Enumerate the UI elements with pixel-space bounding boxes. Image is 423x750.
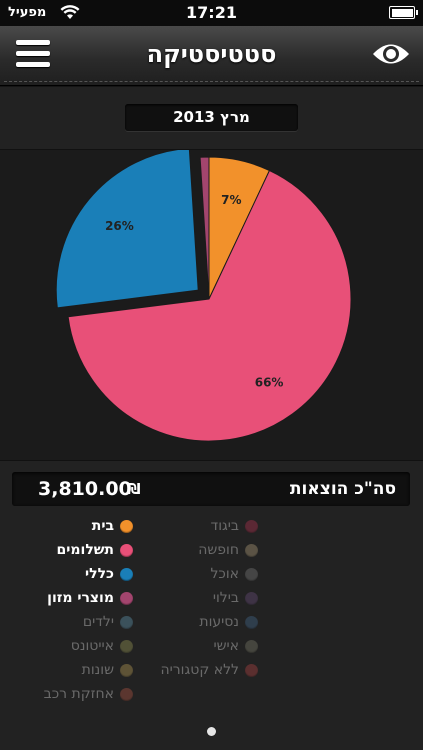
legend-label: מוצרי מזון	[47, 590, 114, 606]
legend-item[interactable]: אישי	[118, 635, 258, 657]
legend-item[interactable]: בית	[0, 515, 133, 537]
legend-item[interactable]: אייטונס	[0, 635, 133, 657]
pie-chart: 7% 66% 26%	[55, 150, 352, 442]
legend-item[interactable]: שונות	[0, 659, 133, 681]
battery-icon	[389, 6, 418, 19]
legend-item[interactable]: תשלומים	[0, 539, 133, 561]
pie-slice-label: 26%	[105, 219, 134, 233]
legend-label: חופשה	[198, 542, 239, 558]
legend-item[interactable]: אחזקת רכב	[0, 683, 133, 705]
legend-dot	[245, 519, 258, 533]
legend-dot	[245, 639, 258, 653]
legend-dot	[120, 687, 133, 701]
legend-dot	[245, 567, 258, 581]
legend-item[interactable]: ילדים	[0, 611, 133, 633]
legend-label: בילוי	[212, 590, 239, 606]
eye-icon[interactable]	[371, 41, 411, 67]
legend-item[interactable]: אוכל	[118, 563, 258, 585]
legend-label: נסיעות	[199, 614, 239, 630]
legend-label: ביגוד	[210, 518, 239, 534]
legend-label: ללא קטגוריה	[160, 662, 240, 678]
legend-item[interactable]: ביגוד	[118, 515, 258, 537]
legend-item[interactable]: חופשה	[118, 539, 258, 561]
pie-slice[interactable]	[199, 156, 210, 300]
page-indicator	[207, 727, 216, 736]
pie-slice-label: 66%	[255, 376, 284, 390]
legend-item[interactable]: בילוי	[118, 587, 258, 609]
legend-label: ילדים	[82, 614, 114, 630]
legend-item[interactable]: כללי	[0, 563, 133, 585]
legend-dot	[245, 663, 258, 677]
page-title: סטטיסטיקה	[146, 40, 277, 68]
legend-label: שונות	[81, 662, 114, 678]
legend-item[interactable]: מוצרי מזון	[0, 587, 133, 609]
legend-dot	[245, 615, 258, 629]
content: מרץ 2013 7% 66% 26% סה"כ הוצאות ₪ 3,810.00…	[0, 87, 423, 750]
category-legend: בית תשלומים כללי מוצרי מזון ילדים אייטונס שונו…	[0, 515, 423, 702]
legend-label: תשלומים	[56, 542, 114, 558]
legend-dot	[245, 591, 258, 605]
legend-label: אחזקת רכב	[43, 686, 114, 702]
legend-label: אייטונס	[70, 638, 114, 654]
legend-dot	[245, 543, 258, 557]
total-expenses-bar: סה"כ הוצאות ₪ 3,810.00	[12, 472, 410, 506]
status-bar: מפעיל 17:21	[0, 0, 423, 26]
month-selector[interactable]: מרץ 2013	[125, 104, 298, 131]
status-time: 17:21	[186, 3, 237, 22]
pie-slice-label: 7%	[221, 193, 241, 207]
chart-area: 7% 66% 26%	[0, 149, 423, 461]
legend-label: בית	[91, 518, 114, 534]
legend-item[interactable]: ללא קטגוריה	[118, 659, 258, 681]
legend-item[interactable]: נסיעות	[118, 611, 258, 633]
legend-label: כללי	[85, 566, 114, 582]
nav-bar: סטטיסטיקה	[0, 26, 423, 86]
legend-label: אוכל	[210, 566, 239, 582]
total-label: סה"כ הוצאות	[289, 479, 396, 499]
total-value: 3,810.00	[38, 478, 132, 500]
legend-label: אישי	[213, 638, 239, 654]
